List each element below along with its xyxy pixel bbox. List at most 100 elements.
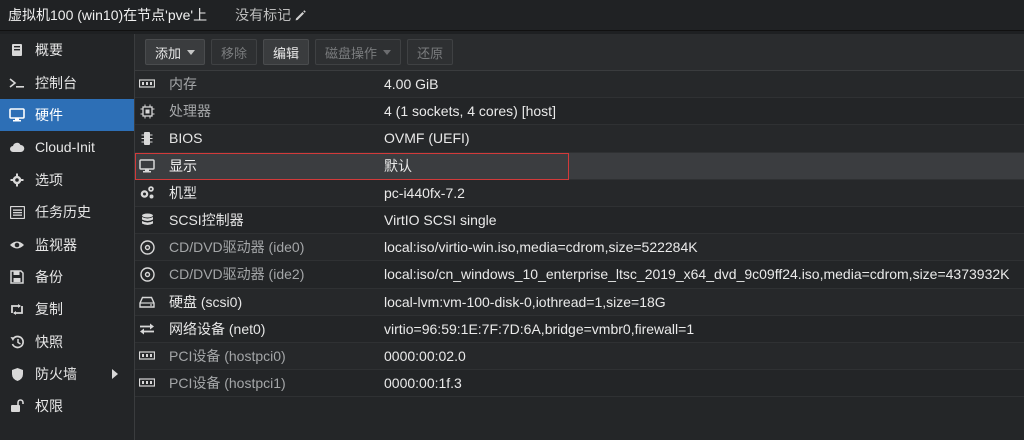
row-value: OVMF (UEFI) [384,130,470,147]
sidebar-item-replication[interactable]: 复制 [0,293,134,325]
table-row[interactable]: SCSI控制器 VirtIO SCSI single [135,206,1024,235]
sidebar-item-hardware[interactable]: 硬件 [0,98,134,132]
title-bar: 虚拟机100 (win10)在节点'pve'上 没有标记 [0,0,1024,31]
sidebar: 概要 控制台 硬件 Cloud-Init 选项 任务历史 监视器 备份 复制 快… [0,34,134,440]
floppy-icon [9,269,25,285]
row-value: 默认 [384,157,412,174]
edit-button[interactable]: 编辑 [263,39,310,65]
sidebar-item-label: 防火墙 [35,366,77,383]
revert-button[interactable]: 还原 [407,39,454,65]
sidebar-item-snapshots[interactable]: 快照 [0,326,134,358]
row-key: 硬盘 (scsi0) [169,293,243,310]
row-key: CD/DVD驱动器 (ide2) [169,266,305,283]
sidebar-item-label: 选项 [35,171,63,188]
disk-action-button-label: 磁盘操作 [325,45,378,61]
memory-icon [139,76,155,92]
row-value: 0000:00:02.0 [384,347,466,364]
row-value: local-lvm:vm-100-disk-0,iothread=1,size=… [384,293,666,310]
table-row[interactable]: 硬盘 (scsi0) local-lvm:vm-100-disk-0,iothr… [135,288,1024,316]
gear-icon [9,172,25,188]
sidebar-item-console[interactable]: 控制台 [0,66,134,98]
exchange-icon [139,321,155,337]
database-icon [139,212,155,228]
desktop-icon [9,107,25,123]
disk-action-button[interactable]: 磁盘操作 [315,39,402,65]
toolbar: 添加 移除 编辑 磁盘操作 还原 [135,34,1024,71]
sidebar-item-backup[interactable]: 备份 [0,261,134,293]
sidebar-item-permissions[interactable]: 权限 [0,390,134,422]
row-value: VirtIO SCSI single [384,212,497,229]
remove-button-label: 移除 [221,45,248,61]
add-button[interactable]: 添加 [145,39,206,65]
table-row[interactable]: PCI设备 (hostpci1) 0000:00:1f.3 [135,370,1024,398]
sidebar-item-options[interactable]: 选项 [0,164,134,196]
cdrom-icon [139,266,155,282]
table-row[interactable]: 处理器 4 (1 sockets, 4 cores) [host] [135,98,1024,126]
monitor-icon [139,158,155,174]
row-key: PCI设备 (hostpci0) [169,347,286,364]
shield-icon [9,366,25,382]
row-value: pc-i440fx-7.2 [384,184,465,201]
sidebar-item-label: 控制台 [35,74,77,91]
table-row[interactable]: 机型 pc-i440fx-7.2 [135,179,1024,207]
list-icon [9,204,25,220]
row-value: 4.00 GiB [384,76,439,93]
table-row[interactable]: CD/DVD驱动器 (ide0) local:iso/virtio-win.is… [135,234,1024,262]
microchip-icon [139,130,155,146]
sidebar-item-label: 权限 [35,398,63,415]
history-icon [9,334,25,350]
submenu-caret-icon[interactable] [112,369,118,380]
sidebar-item-summary[interactable]: 概要 [0,34,134,66]
table-row[interactable]: 内存 4.00 GiB [135,71,1024,99]
page-title: 虚拟机100 (win10)在节点'pve'上 [8,7,208,23]
sidebar-item-cloud-init[interactable]: Cloud-Init [0,131,134,163]
row-key: 处理器 [169,103,211,120]
retweet-icon [9,301,25,317]
row-key: 网络设备 (net0) [169,320,266,337]
hardware-panel: 添加 移除 编辑 磁盘操作 还原 内存 4.00 GiB 处理器 4 (1 so… [134,34,1024,440]
revert-button-label: 还原 [417,45,444,61]
row-value: virtio=96:59:1E:7F:7D:6A,bridge=vmbr0,fi… [384,320,695,337]
sidebar-item-label: 概要 [35,42,63,59]
table-row[interactable]: 网络设备 (net0) virtio=96:59:1E:7F:7D:6A,bri… [135,315,1024,343]
row-value: local:iso/virtio-win.iso,media=cdrom,siz… [384,239,698,256]
remove-button[interactable]: 移除 [211,39,258,65]
sidebar-item-label: Cloud-Init [35,139,95,156]
pencil-icon[interactable] [294,9,307,22]
cpu-icon [139,103,155,119]
cogs-icon [139,185,155,201]
table-row[interactable]: PCI设备 (hostpci0) 0000:00:02.0 [135,342,1024,371]
hardware-grid: 内存 4.00 GiB 处理器 4 (1 sockets, 4 cores) [… [135,71,1024,398]
sidebar-item-firewall[interactable]: 防火墙 [0,358,134,390]
book-icon [9,42,25,58]
edit-button-label: 编辑 [273,45,300,61]
eye-icon [9,237,25,253]
terminal-icon [9,75,25,91]
chevron-down-icon [187,49,196,55]
row-key: CD/DVD驱动器 (ide0) [169,239,305,256]
row-key: BIOS [169,130,203,147]
tags-editor[interactable]: 没有标记 [235,5,307,25]
row-key: PCI设备 (hostpci1) [169,375,286,392]
chevron-down-icon [383,49,392,55]
sidebar-item-task-history[interactable]: 任务历史 [0,196,134,228]
pci-card-icon [139,375,155,391]
sidebar-item-label: 监视器 [35,236,77,253]
row-key: SCSI控制器 [169,212,244,229]
tags-label: 没有标记 [235,7,292,23]
row-key: 机型 [169,184,197,201]
row-key: 内存 [169,76,197,93]
table-row[interactable]: BIOS OVMF (UEFI) [135,125,1024,153]
row-value: 4 (1 sockets, 4 cores) [host] [384,103,556,120]
add-button-label: 添加 [155,45,182,61]
sidebar-item-label: 硬件 [35,106,63,123]
sidebar-item-label: 复制 [35,301,63,318]
sidebar-item-label: 快照 [35,333,63,350]
table-row-selected[interactable]: 显示 默认 [135,152,1024,180]
sidebar-item-label: 备份 [35,268,63,285]
table-row[interactable]: CD/DVD驱动器 (ide2) local:iso/cn_windows_10… [135,261,1024,289]
cloud-icon [9,139,25,155]
cdrom-icon [139,239,155,255]
sidebar-item-monitor[interactable]: 监视器 [0,228,134,260]
sidebar-item-label: 任务历史 [35,204,91,221]
